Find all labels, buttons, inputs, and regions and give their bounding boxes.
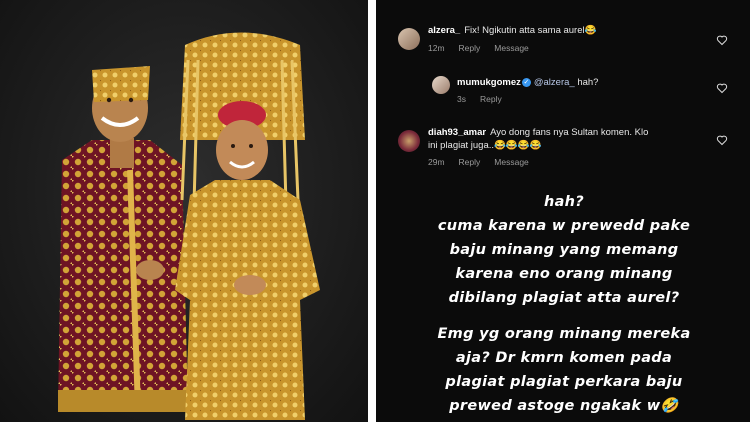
couple-illustration [58, 32, 320, 420]
groom-figure [58, 66, 188, 412]
verified-badge-icon: ✓ [521, 77, 531, 87]
avatar[interactable] [398, 28, 420, 50]
message-button[interactable]: Message [494, 43, 529, 53]
comment-meta: 12m Reply Message [428, 43, 543, 53]
comment-username[interactable]: diah93_amar [428, 127, 486, 138]
reply-button[interactable]: Reply [480, 94, 502, 104]
comment-body: Fix! Ngikutin atta sama aurel [464, 25, 585, 36]
message-button[interactable]: Message [494, 157, 529, 167]
reply-button[interactable]: Reply [459, 157, 481, 167]
comment-text: diah93_amar Ayo dong fans nya Sultan kome… [428, 126, 698, 152]
caption-spacer [394, 310, 734, 322]
heart-icon[interactable] [716, 34, 728, 46]
caption-line: dibilang plagiat atta aurel? [448, 290, 680, 306]
caption-line: aja? Dr kmrn komen pada [455, 350, 673, 366]
comment-emoji: 😂 [584, 25, 597, 36]
comment-username[interactable]: mumukgomez [457, 77, 521, 88]
comment-time: 29m [428, 157, 445, 167]
caption-line: karena eno orang minang [455, 266, 673, 282]
caption-line-last: prewed astoge ngakak w🤣 [394, 394, 734, 418]
comment-body: hah? [577, 77, 599, 88]
comment-body: Ayo dong fans nya Sultan komen. Klo [490, 127, 649, 138]
comment-time: 3s [457, 94, 466, 104]
heart-icon[interactable] [716, 82, 728, 94]
wedding-photo [0, 0, 368, 422]
caption-text: prewed astoge ngakak w [449, 398, 661, 414]
comment-text: alzera_ Fix! Ngikutin atta sama aurel😂 [428, 24, 596, 37]
caption-line: cuma karena w prewedd pake [437, 218, 691, 234]
heart-icon[interactable] [716, 134, 728, 146]
reply-button[interactable]: Reply [459, 43, 481, 53]
comment-emoji: 😂😂😂😂 [494, 140, 542, 151]
bride-figure [175, 32, 320, 420]
comment-text: mumukgomez ✓ @alzera_ hah? [457, 76, 598, 89]
comment-body-continued: ini plagiat juga.. [428, 140, 495, 151]
comment-mention[interactable]: @alzera_ [534, 77, 575, 88]
comment-username[interactable]: alzera_ [428, 25, 460, 36]
caption-emoji: 🤣 [660, 398, 679, 414]
caption-line: hah? [543, 194, 585, 210]
avatar[interactable] [398, 130, 420, 152]
caption-line: Emg yg orang minang mereka [437, 326, 691, 342]
comment-meta: 3s Reply [457, 94, 516, 104]
caption-line: baju minang yang memang [449, 242, 679, 258]
comment-meta: 29m Reply Message [428, 157, 543, 167]
comment-time: 12m [428, 43, 445, 53]
avatar[interactable] [432, 76, 450, 94]
instagram-story-panel: alzera_ Fix! Ngikutin atta sama aurel😂 12… [376, 0, 750, 422]
caption-line: plagiat plagiat perkara baju [445, 374, 683, 390]
story-caption: hah? cuma karena w prewedd pake baju min… [394, 190, 734, 418]
panel-divider [368, 0, 376, 422]
